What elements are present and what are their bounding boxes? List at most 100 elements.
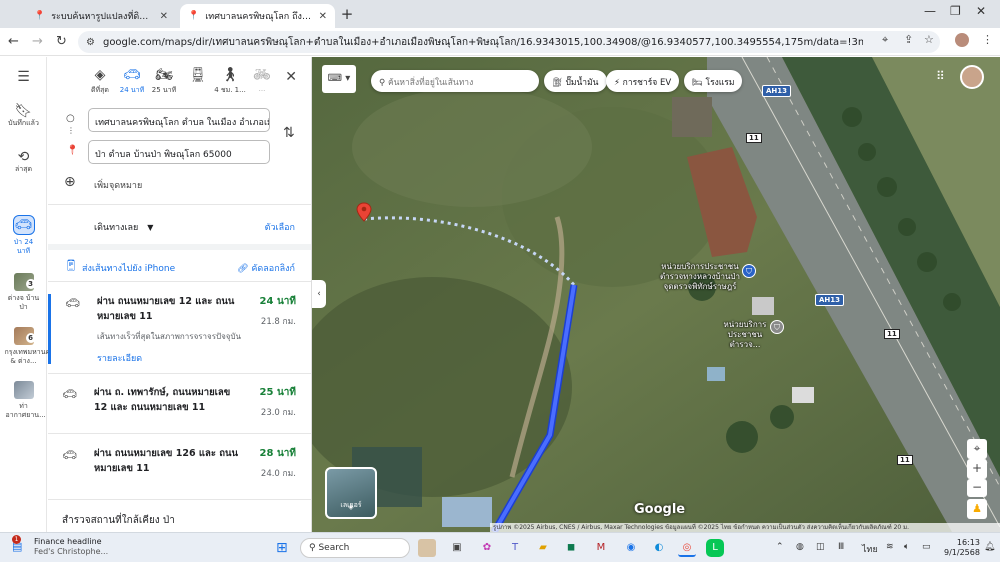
copy-link-button[interactable]: 🔗︎ คัดลอกลิงก์ — [237, 261, 295, 275]
close-window-icon[interactable]: ✕ — [976, 4, 986, 18]
notification-badge: 1 — [12, 535, 21, 544]
add-destination-button[interactable]: เพิ่มจุดหมาย — [94, 178, 142, 192]
system-clock[interactable]: 16:13 9/1/2568 — [944, 538, 980, 558]
new-tab-button[interactable]: + — [338, 6, 356, 24]
map-pin-icon: 📍 — [188, 11, 200, 21]
layers-button[interactable]: ◈ เลเยอร์ — [325, 467, 377, 519]
taskbar-search[interactable]: ⚲ Search — [300, 538, 410, 558]
battery-icon[interactable]: ▭ — [922, 542, 931, 552]
close-icon[interactable]: ✕ — [160, 11, 168, 22]
mail-icon[interactable]: M — [592, 539, 610, 557]
line-app-icon[interactable]: L — [706, 539, 724, 557]
add-circle-icon[interactable]: ⊕ — [64, 174, 76, 190]
explore-nearby-heading[interactable]: สำรวจสถานที่ใกล้เคียง ป่า — [62, 513, 175, 528]
rail-item-recent-place[interactable]: 3 ต่างจ บ้าน ป่า — [0, 273, 47, 312]
zoom-in-button[interactable]: + — [967, 459, 987, 479]
file-explorer-icon[interactable]: ▰ — [534, 539, 552, 557]
account-avatar[interactable] — [960, 65, 984, 89]
rail-item-current-route[interactable]: 🚗︎ ป่า 24 นาที — [0, 215, 47, 256]
input-tools-button[interactable]: ⌨ ▾ — [322, 65, 356, 93]
copilot-icon[interactable]: ✿ — [478, 539, 496, 557]
minimize-icon[interactable]: — — [924, 4, 936, 18]
teams-icon[interactable]: T — [506, 539, 524, 557]
location-icon[interactable]: ⌖ — [882, 33, 888, 47]
road-shield-11: 11 — [897, 455, 913, 465]
mode-bicycle[interactable]: 🚲︎... — [246, 67, 278, 93]
chip-gas-station[interactable]: ⛽︎ ปั๊มน้ำมัน — [544, 70, 607, 92]
menu-icon[interactable]: ⋮ — [982, 33, 993, 46]
route-option[interactable]: 🚗︎ ผ่าน ถ. เทพารักษ์, ถนนหมายเลข 12 และ … — [48, 385, 311, 429]
police-icon[interactable]: ⛉ — [770, 320, 784, 334]
swap-icon[interactable]: ⇅ — [283, 125, 295, 141]
wifi-icon[interactable]: ≋ — [886, 542, 894, 552]
place-thumbnail: 6 — [13, 327, 36, 345]
police-icon[interactable]: ⛉ — [742, 264, 756, 278]
close-directions-icon[interactable]: ✕ — [285, 69, 297, 85]
details-link[interactable]: รายละเอียด — [97, 351, 142, 365]
map-canvas[interactable]: ⌨ ▾ ⚲ ค้นหาสิ่งที่อยู่ในเส้นทาง ⛽︎ ปั๊มน… — [312, 57, 1000, 532]
mode-motorcycle[interactable]: 🏍︎ 25 นาที — [148, 67, 180, 96]
mode-best[interactable]: ◈ ดีที่สุด — [84, 67, 116, 96]
news-subtitle: Fed's Christophe... — [34, 547, 109, 556]
zoom-out-button[interactable]: − — [967, 479, 987, 497]
site-info-icon[interactable]: ⚙ — [86, 37, 95, 48]
restore-icon[interactable]: ❐ — [950, 4, 961, 18]
chat-icon[interactable]: ◉ — [622, 539, 640, 557]
tab-google-maps[interactable]: 📍 เทศบาลนครพิษณุโลก ถึง ป่า ตำบล บ... ✕ — [180, 4, 335, 28]
poi-label[interactable]: หน่วยบริการประชาชนตำรวจ... — [714, 320, 776, 350]
address-bar[interactable]: ⚙ google.com/maps/dir/เทศบาลนครพิษณุโลก+… — [78, 31, 940, 53]
widget-app-icon[interactable] — [418, 539, 436, 557]
show-hidden-icons[interactable]: ⌃ — [776, 542, 784, 552]
start-windows-icon[interactable]: ⊞ — [276, 540, 288, 556]
forward-icon[interactable]: → — [32, 34, 43, 49]
edge-icon[interactable]: ◐ — [650, 539, 668, 557]
road-shield-ah13: AH13 — [762, 85, 792, 97]
rail-item-recent-place[interactable]: 6 กรุงเทพมหานคร & ต่าง... — [0, 327, 54, 366]
destination-input[interactable]: ป่า ตำบล บ้านป่า พิษณุโลก 65000 — [88, 140, 270, 164]
store-icon[interactable]: ◼ — [562, 539, 580, 557]
back-icon[interactable]: ← — [8, 34, 19, 49]
mode-car[interactable]: 🚗︎ 24 นาที — [116, 67, 148, 96]
route-duration: 24 นาที — [259, 296, 296, 307]
reload-icon[interactable]: ↻ — [56, 34, 67, 49]
close-icon[interactable]: ✕ — [319, 11, 327, 22]
notifications-icon[interactable]: 🔔︎ — [984, 542, 995, 552]
chrome-icon[interactable]: ◎ — [678, 539, 696, 557]
install-icon[interactable]: ⇪ — [904, 33, 913, 46]
tray-app-icon[interactable]: ◫ — [816, 542, 825, 552]
street-view-pegman[interactable]: ♟ — [967, 499, 987, 519]
tray-app-icon[interactable]: ◍ — [796, 542, 804, 552]
options-button[interactable]: ตัวเลือก — [265, 220, 295, 234]
route-option[interactable]: 🚗︎ ผ่าน ถนนหมายเลข 126 และ ถนนหมายเลข 11… — [48, 446, 311, 490]
menu-button[interactable]: ☰ — [0, 70, 47, 85]
send-to-phone-button[interactable]: ส่งเส้นทางไปยัง iPhone — [82, 261, 175, 275]
leave-now-dropdown[interactable]: เดินทางเลย ▼ — [94, 220, 153, 234]
my-location-button[interactable]: ⌖ — [967, 439, 987, 459]
route-option[interactable]: 🚗︎ ผ่าน ถนนหมายเลข 12 และ ถนนหมายเลข 11 … — [48, 294, 311, 365]
task-view-icon[interactable]: ▣ — [448, 539, 466, 557]
mode-walk[interactable]: 🚶︎ 4 ชม. 1... — [214, 67, 246, 96]
divider — [48, 281, 311, 282]
profile-avatar[interactable] — [955, 33, 969, 47]
rail-item-saved[interactable]: 🔖︎ บันทึกแล้ว — [0, 104, 47, 128]
directions-panel: ◈ ดีที่สุด 🚗︎ 24 นาที 🏍︎ 25 นาที 🚆︎ 🚶︎ 4 ชม.… — [48, 57, 312, 532]
volume-icon[interactable]: 🔈︎ — [904, 542, 909, 552]
rail-item-recent-place[interactable]: ท่าอากาศยาน... — [0, 381, 47, 420]
left-rail: ☰ 🔖︎ บันทึกแล้ว ⟲ ล่าสุด 🚗︎ ป่า 24 นาที … — [0, 57, 54, 532]
mode-transit[interactable]: 🚆︎ — [182, 67, 214, 85]
tab-landsmaps[interactable]: 📍 ระบบค้นหารูปแปลงที่ดิน (LandsMa... ✕ — [26, 4, 176, 28]
tray-app-icon[interactable]: Ⅲ — [838, 542, 844, 552]
chip-hotel[interactable]: 🛏︎ โรงแรม — [684, 70, 743, 92]
bookmark-star-icon[interactable]: ☆ — [924, 33, 934, 46]
rail-item-recent[interactable]: ⟲ ล่าสุด — [0, 150, 47, 174]
rail-item-label: บันทึกแล้ว — [8, 119, 39, 127]
collapse-panel-button[interactable]: ‹ — [312, 280, 326, 308]
chip-ev-charging[interactable]: ⚡︎ การชาร์จ EV — [606, 70, 680, 92]
origin-input[interactable]: เทศบาลนครพิษณุโลก ตำบล ในเมือง อำเภอเมือ — [88, 108, 270, 132]
apps-grid-icon[interactable]: ⠿ — [936, 69, 945, 83]
ev-icon: ⚡︎ — [614, 78, 623, 88]
search-along-route-input[interactable]: ⚲ ค้นหาสิ่งที่อยู่ในเส้นทาง — [371, 70, 539, 92]
search-icon: ⚲ — [379, 78, 388, 88]
language-indicator[interactable]: ไทย — [862, 542, 878, 556]
poi-label[interactable]: หน่วยบริการประชาชน ตำรวจทางหลวงบ้านป่า จ… — [654, 262, 746, 292]
